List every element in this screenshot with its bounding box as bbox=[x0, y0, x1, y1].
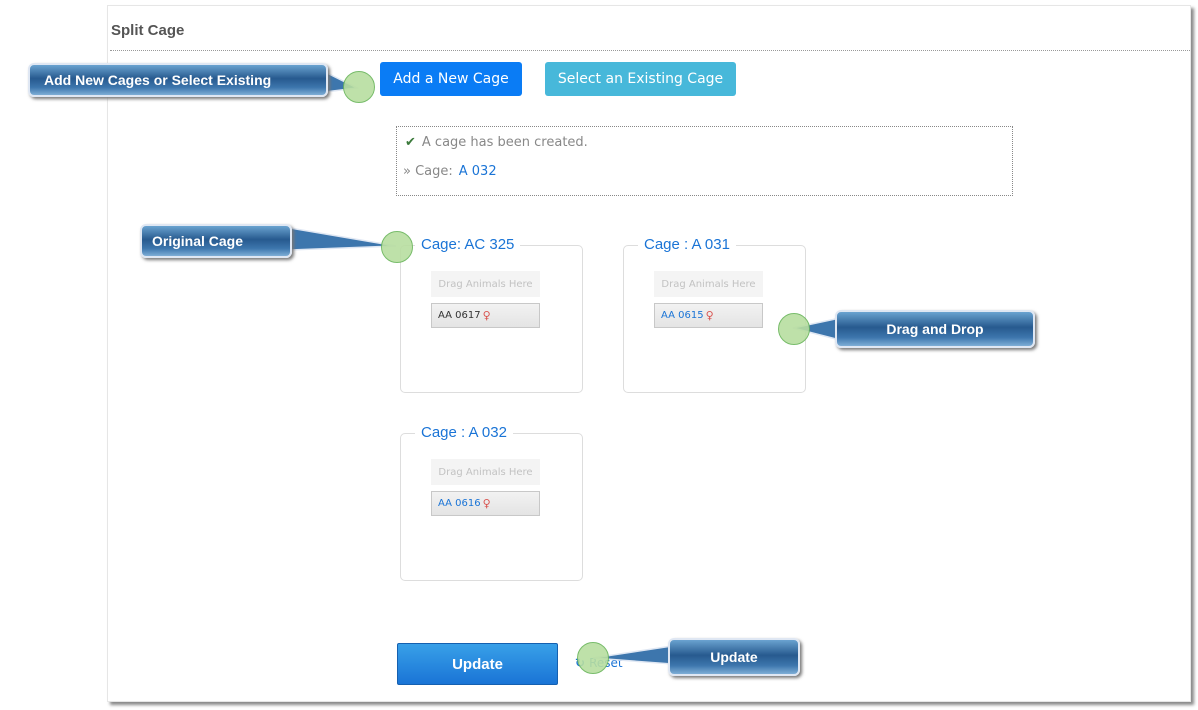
page-title: Split Cage bbox=[111, 22, 185, 39]
female-icon: ♀ bbox=[482, 309, 491, 322]
update-button[interactable]: Update bbox=[397, 643, 558, 685]
drop-zone[interactable]: Drag Animals Here bbox=[431, 459, 540, 485]
created-cage-link[interactable]: A 032 bbox=[459, 164, 497, 179]
callout-marker bbox=[577, 642, 609, 674]
cage-legend: Cage : A 031 bbox=[638, 236, 736, 253]
cage-box-original: Cage: AC 325 Drag Animals Here AA 0617 ♀ bbox=[400, 236, 583, 393]
cage-box-a031: Cage : A 031 Drag Animals Here AA 0615 ♀ bbox=[623, 236, 806, 393]
female-icon: ♀ bbox=[705, 309, 714, 322]
callout-drag-drop: Drag and Drop bbox=[835, 310, 1035, 348]
animal-chip[interactable]: AA 0617 ♀ bbox=[431, 303, 540, 328]
success-message: ✔ A cage has been created. » Cage: A 032 bbox=[396, 126, 1013, 196]
female-icon: ♀ bbox=[482, 497, 491, 510]
cage-legend: Cage : A 032 bbox=[415, 424, 513, 441]
cage-prefix: » Cage: bbox=[403, 164, 453, 179]
callout-marker bbox=[343, 71, 375, 103]
drop-zone[interactable]: Drag Animals Here bbox=[431, 271, 540, 297]
animal-chip[interactable]: AA 0615 ♀ bbox=[654, 303, 763, 328]
title-divider bbox=[110, 50, 1190, 51]
callout-marker bbox=[381, 231, 413, 263]
callout-add-select: Add New Cages or Select Existing bbox=[28, 63, 328, 97]
cage-box-a032: Cage : A 032 Drag Animals Here AA 0616 ♀ bbox=[400, 424, 583, 581]
add-new-cage-button[interactable]: Add a New Cage bbox=[380, 62, 522, 96]
callout-marker bbox=[778, 313, 810, 345]
drop-zone[interactable]: Drag Animals Here bbox=[654, 271, 763, 297]
callout-original-cage: Original Cage bbox=[140, 224, 292, 258]
cage-legend: Cage: AC 325 bbox=[415, 236, 521, 253]
check-icon: ✔ bbox=[405, 135, 416, 150]
select-existing-cage-button[interactable]: Select an Existing Cage bbox=[545, 62, 736, 96]
message-text: A cage has been created. bbox=[421, 135, 588, 150]
animal-chip[interactable]: AA 0616 ♀ bbox=[431, 491, 540, 516]
callout-update: Update bbox=[668, 638, 800, 676]
